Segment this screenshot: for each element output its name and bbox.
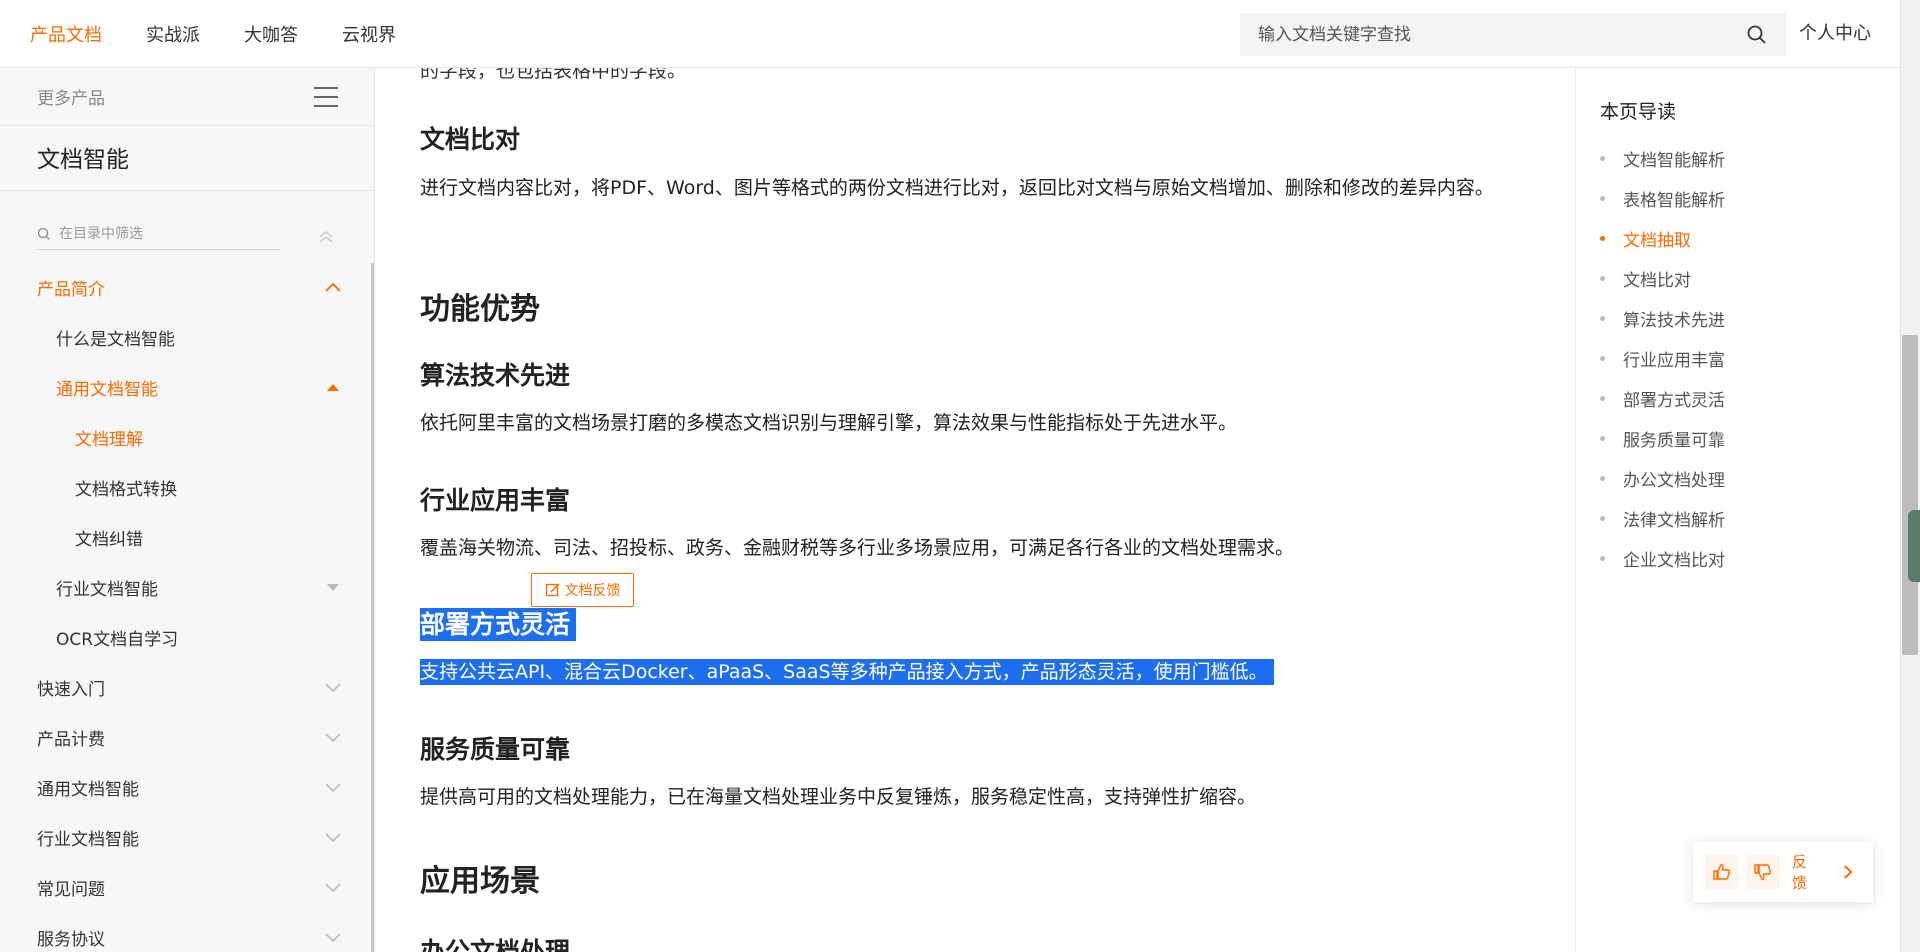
- more-products-bar[interactable]: 更多产品: [0, 68, 374, 126]
- nav-item-cloud-vision[interactable]: 云视界: [342, 21, 396, 47]
- sidebar-item-quick-start[interactable]: 快速入门: [0, 662, 370, 712]
- toc-item-quality[interactable]: 服务质量可靠: [1600, 426, 1725, 451]
- nav-item-practice[interactable]: 实战派: [146, 21, 200, 47]
- product-title: 文档智能: [37, 147, 129, 173]
- sidebar-item-ocr-self-learning[interactable]: OCR文档自学习: [0, 612, 370, 662]
- feedback-label[interactable]: 反馈: [1792, 851, 1822, 893]
- selected-text: 支持公共云API、混合云Docker、aPaaS、SaaS等多种产品接入方式，产…: [420, 659, 1274, 685]
- toc-title: 本页导读: [1600, 101, 1677, 123]
- section-title-office: 办公文档处理: [420, 937, 571, 952]
- toc-item-enterprise-compare[interactable]: 企业文档比对: [1600, 546, 1725, 571]
- top-navigation-bar: 产品文档 实战派 大咖答 云视界 个人中心: [0, 0, 1900, 68]
- thumbs-up-icon[interactable]: [1705, 855, 1739, 889]
- sidebar-item-service-agreement[interactable]: 服务协议: [0, 912, 370, 952]
- sidebar-item-faq[interactable]: 常见问题: [0, 862, 370, 912]
- sidebar-item-product-intro[interactable]: 产品简介: [0, 262, 370, 312]
- paragraph-deployment: 支持公共云API、混合云Docker、aPaaS、SaaS等多种产品接入方式，产…: [420, 654, 1520, 690]
- sidebar-item-doc-correction[interactable]: 文档纠错: [0, 512, 370, 562]
- caret-up-icon[interactable]: [313, 382, 353, 392]
- thumbs-down-icon[interactable]: [1746, 855, 1780, 889]
- nav-item-product-docs[interactable]: 产品文档: [30, 21, 102, 47]
- paragraph-doc-compare: 进行文档内容比对，将PDF、Word、图片等格式的两份文档进行比对，返回比对文档…: [420, 177, 1494, 199]
- side-widget-tab[interactable]: [1908, 510, 1920, 582]
- paragraph-industry: 覆盖海关物流、司法、招投标、政务、金融财税等多行业多场景应用，可满足各行各业的文…: [420, 537, 1295, 559]
- chevron-down-icon[interactable]: [313, 731, 353, 743]
- toc-item-legal[interactable]: 法律文档解析: [1600, 506, 1725, 531]
- chevron-down-icon[interactable]: [313, 881, 353, 893]
- sidebar-item-doc-understanding[interactable]: 文档理解: [0, 412, 370, 462]
- nav-item-expert-answers[interactable]: 大咖答: [244, 21, 298, 47]
- doc-feedback-button[interactable]: 文档反馈: [531, 573, 634, 607]
- sidebar-item-industry-doc-intelligence-2[interactable]: 行业文档智能: [0, 812, 370, 862]
- section-title-quality: 服务质量可靠: [420, 735, 571, 764]
- doc-content: 的字段，也包括表格中的字段。 文档比对 进行文档内容比对，将PDF、Word、图…: [420, 68, 1520, 952]
- sidebar-item-general-doc-intelligence[interactable]: 通用文档智能: [0, 362, 370, 412]
- section-title-doc-compare: 文档比对: [420, 125, 521, 154]
- sidebar-item-doc-format-conversion[interactable]: 文档格式转换: [0, 462, 370, 512]
- edit-icon: [545, 583, 560, 597]
- catalog-filter-input[interactable]: [59, 225, 259, 242]
- chevron-down-icon[interactable]: [313, 931, 353, 943]
- sidebar-item-pricing[interactable]: 产品计费: [0, 712, 370, 762]
- top-nav: 产品文档 实战派 大咖答 云视界: [30, 0, 440, 68]
- chevron-down-icon[interactable]: [313, 831, 353, 843]
- sidebar-divider: [0, 190, 374, 191]
- sidebar-item-general-doc-intelligence-2[interactable]: 通用文档智能: [0, 762, 370, 812]
- menu-icon[interactable]: [314, 86, 338, 107]
- toc-item-doc-parsing[interactable]: 文档智能解析: [1600, 146, 1725, 171]
- page-scrollbar-thumb[interactable]: [1902, 335, 1918, 655]
- section-title-industry: 行业应用丰富: [420, 486, 571, 515]
- toc-item-algorithm[interactable]: 算法技术先进: [1600, 306, 1725, 331]
- sidebar-item-what-is-doc-intelligence[interactable]: 什么是文档智能: [0, 312, 370, 362]
- chevron-up-icon[interactable]: [313, 281, 353, 293]
- chevron-down-icon[interactable]: [313, 681, 353, 693]
- section-title-advantages: 功能优势: [420, 292, 540, 327]
- toc-item-doc-compare[interactable]: 文档比对: [1600, 266, 1691, 291]
- toc-item-table-parsing[interactable]: 表格智能解析: [1600, 186, 1725, 211]
- toc-item-deployment[interactable]: 部署方式灵活: [1600, 386, 1725, 411]
- sidebar-item-industry-doc-intelligence[interactable]: 行业文档智能: [0, 562, 370, 612]
- chevron-right-icon[interactable]: [1835, 859, 1861, 885]
- feedback-bar: 反馈: [1693, 842, 1873, 902]
- toc-item-industry[interactable]: 行业应用丰富: [1600, 346, 1725, 371]
- paragraph-algorithm: 依托阿里丰富的文档场景打磨的多模态文档识别与理解引擎，算法效果与性能指标处于先进…: [420, 412, 1238, 434]
- sidebar: 更多产品 文档智能 产品简介 什么是文档智能 通用文档智能 文档理解 文档格式转…: [0, 68, 375, 952]
- personal-center-link[interactable]: 个人中心: [1799, 0, 1871, 68]
- toc-divider: [1575, 68, 1576, 952]
- selected-text: 部署方式灵活: [420, 608, 577, 641]
- collapse-all-icon[interactable]: [316, 227, 336, 247]
- catalog-filter: [37, 218, 280, 250]
- search-icon[interactable]: [1746, 24, 1768, 46]
- toc-item-doc-extraction[interactable]: 文档抽取: [1600, 226, 1691, 251]
- doc-search-input[interactable]: [1258, 24, 1746, 45]
- section-title-deployment: 部署方式灵活: [420, 605, 577, 641]
- doc-feedback-label: 文档反馈: [564, 583, 621, 599]
- paragraph-quality: 提供高可用的文档处理能力，已在海量文档处理业务中反复锤炼，服务稳定性高，支持弹性…: [420, 786, 1257, 808]
- more-products-label: 更多产品: [37, 89, 105, 109]
- section-title-scenarios: 应用场景: [420, 864, 540, 899]
- section-title-algorithm: 算法技术先进: [420, 361, 571, 390]
- toc-item-office[interactable]: 办公文档处理: [1600, 466, 1725, 491]
- doc-search-box: [1240, 13, 1786, 56]
- search-icon: [37, 227, 50, 240]
- paragraph-cut-off: 的字段，也包括表格中的字段。: [420, 68, 687, 82]
- sidebar-scrollbar[interactable]: [371, 263, 374, 952]
- caret-down-icon[interactable]: [313, 582, 353, 592]
- chevron-down-icon[interactable]: [313, 781, 353, 793]
